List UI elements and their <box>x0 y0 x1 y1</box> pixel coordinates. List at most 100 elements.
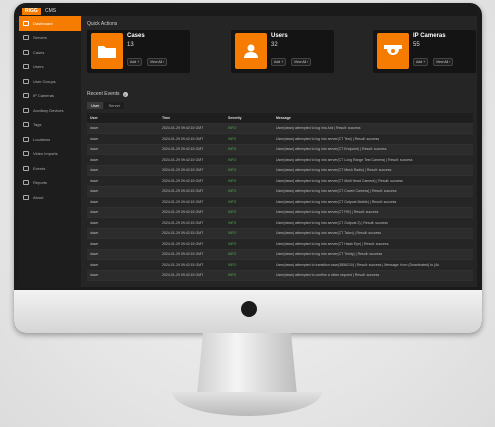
sidebar-item-events[interactable]: Events <box>19 161 81 176</box>
sidebar-item-label: Events <box>33 165 46 171</box>
sidebar-item-ip-cameras[interactable]: IP Cameras <box>19 89 81 104</box>
user-icon <box>23 64 29 70</box>
sidebar-item-label: Tags <box>33 122 42 128</box>
sidebar: Dashboard Servers Cases Users User Groups IP … <box>19 16 81 287</box>
sidebar-item-label: Dashboard <box>33 20 53 26</box>
info-icon[interactable]: i <box>122 91 128 97</box>
cell-user: dawn <box>90 273 99 278</box>
cell-message: User(dawn) attempted to log into server(… <box>276 210 379 215</box>
cell-severity: INFO <box>228 210 237 215</box>
quick-actions-title: Quick Actions <box>87 21 118 27</box>
cell-severity: INFO <box>228 168 237 173</box>
sidebar-item-cases[interactable]: Cases <box>19 45 81 60</box>
table-row[interactable]: dawn 2024-01-29 09:42:15 GMT INFO User(dawn… <box>87 165 473 176</box>
table-row[interactable]: dawn 2024-01-29 09:42:15 GMT INFO User(dawn… <box>87 218 473 229</box>
video-icon <box>23 151 29 157</box>
cell-severity: INFO <box>228 220 237 225</box>
cell-severity: INFO <box>228 252 237 257</box>
table-row[interactable]: dawn 2024-01-29 09:42:15 GMT INFO User(dawn… <box>87 176 473 187</box>
add-case-button[interactable]: Add + <box>127 58 143 66</box>
sidebar-item-about[interactable]: About <box>19 190 81 205</box>
cell-severity: INFO <box>228 126 237 131</box>
cell-severity: INFO <box>228 273 237 278</box>
card-count: 55 <box>413 42 420 48</box>
cell-time: 2024-01-29 09:42:15 GMT <box>162 178 204 183</box>
add-camera-button[interactable]: Add + <box>413 58 429 66</box>
cell-message: User(dawn) attempted to log into server(… <box>276 241 389 246</box>
tab-server[interactable]: Server <box>104 102 125 109</box>
cell-time: 2024-01-29 09:42:15 GMT <box>162 220 204 225</box>
monitor-logo <box>241 301 257 317</box>
view-all-cases-button[interactable]: View All › <box>147 58 168 66</box>
sidebar-item-users[interactable]: Users <box>19 60 81 75</box>
cell-user: dawn <box>90 147 99 152</box>
card-ip-cameras: IP Cameras 55 Add + View All › <box>373 30 476 73</box>
event-tabs: User Server <box>87 102 125 109</box>
table-row[interactable]: dawn 2024-01-29 09:42:15 GMT INFO User(dawn… <box>87 144 473 155</box>
table-row[interactable]: dawn 2024-01-29 09:42:15 GMT INFO User(dawn… <box>87 249 473 260</box>
device-icon <box>23 107 29 113</box>
app-logo[interactable]: RIGG <box>22 8 41 15</box>
cell-time: 2024-01-29 09:42:15 GMT <box>162 157 204 162</box>
cell-message: User(dawn) attempted to log into server(… <box>276 231 382 236</box>
cell-user: dawn <box>90 178 99 183</box>
sidebar-item-locations[interactable]: Locations <box>19 132 81 147</box>
folder-icon[interactable] <box>91 33 123 69</box>
server-icon <box>23 35 29 41</box>
cell-message: User(dawn) attempted to confirm a video … <box>276 273 380 278</box>
events-table: User Time Severity Message dawn 2024-01-29 09… <box>87 113 473 281</box>
cell-message: User(dawn) attempted to log into server(… <box>276 157 413 162</box>
table-row[interactable]: dawn 2024-01-29 09:42:15 GMT INFO User(dawn… <box>87 155 473 166</box>
sidebar-item-user-groups[interactable]: User Groups <box>19 74 81 89</box>
app-subtitle: CMS <box>45 8 57 14</box>
sidebar-item-servers[interactable]: Servers <box>19 31 81 46</box>
view-all-cameras-button[interactable]: View All › <box>433 58 454 66</box>
sidebar-item-label: Video Imports <box>33 151 58 157</box>
sidebar-item-label: Users <box>33 64 44 70</box>
camera-icon <box>23 93 29 99</box>
sidebar-item-dashboard[interactable]: Dashboard <box>19 16 81 31</box>
tag-icon <box>23 122 29 128</box>
table-row[interactable]: dawn 2024-01-29 09:42:15 GMT INFO User(dawn… <box>87 207 473 218</box>
sidebar-item-label: Servers <box>33 35 47 41</box>
table-row[interactable]: dawn 2024-01-29 09:42:15 GMT INFO User(dawn… <box>87 270 473 281</box>
card-users: Users 32 Add + View All › <box>231 30 334 73</box>
cell-user: dawn <box>90 136 99 141</box>
camera-icon[interactable] <box>377 33 409 69</box>
users-icon <box>23 78 29 84</box>
cell-severity: INFO <box>228 189 237 194</box>
sidebar-item-video-imports[interactable]: Video Imports <box>19 147 81 162</box>
column-header: User <box>90 115 98 120</box>
cell-severity: INFO <box>228 241 237 246</box>
cell-message: User(dawn) attempted to log into server(… <box>276 189 397 194</box>
cell-time: 2024-01-29 09:42:15 GMT <box>162 147 204 152</box>
cell-message: User(dawn) attempted to transition case(… <box>276 262 440 267</box>
tab-user[interactable]: User <box>87 102 104 109</box>
table-row[interactable]: dawn 2024-01-29 09:42:15 GMT INFO User(dawn… <box>87 260 473 271</box>
table-row[interactable]: dawn 2024-01-29 09:42:15 GMT INFO User(dawn… <box>87 228 473 239</box>
view-all-users-button[interactable]: View All › <box>291 58 312 66</box>
add-user-button[interactable]: Add + <box>271 58 287 66</box>
table-row[interactable]: dawn 2024-01-29 09:42:15 GMT INFO User(dawn… <box>87 239 473 250</box>
folder-icon <box>23 49 29 55</box>
monitor-stand-neck <box>197 333 297 395</box>
table-row[interactable]: dawn 2024-01-29 09:42:15 GMT INFO User(dawn… <box>87 134 473 145</box>
cell-severity: INFO <box>228 262 237 267</box>
user-icon[interactable] <box>235 33 267 69</box>
sidebar-item-label: About <box>33 194 44 200</box>
column-header: Message <box>276 115 291 120</box>
cell-time: 2024-01-29 09:42:15 GMT <box>162 199 204 204</box>
cell-message: User(dawn) attempted to log into server(… <box>276 147 387 152</box>
table-row[interactable]: dawn 2024-01-29 09:42:15 GMT INFO User(dawn… <box>87 123 473 134</box>
card-title: Cases <box>127 33 145 39</box>
table-row[interactable]: dawn 2024-01-29 09:42:15 GMT INFO User(dawn… <box>87 197 473 208</box>
cell-message: User(dawn) attempted to log into server(… <box>276 199 397 204</box>
sidebar-item-reports[interactable]: Reports <box>19 176 81 191</box>
cell-message: User(dawn) attempted to log into Axil | … <box>276 126 361 131</box>
sidebar-item-auxiliary-devices[interactable]: Auxiliary Devices <box>19 103 81 118</box>
sidebar-item-tags[interactable]: Tags <box>19 118 81 133</box>
report-icon <box>23 180 29 186</box>
location-icon <box>23 136 29 142</box>
table-row[interactable]: dawn 2024-01-29 09:42:15 GMT INFO User(dawn… <box>87 186 473 197</box>
cell-message: User(dawn) attempted to log into server(… <box>276 252 383 257</box>
